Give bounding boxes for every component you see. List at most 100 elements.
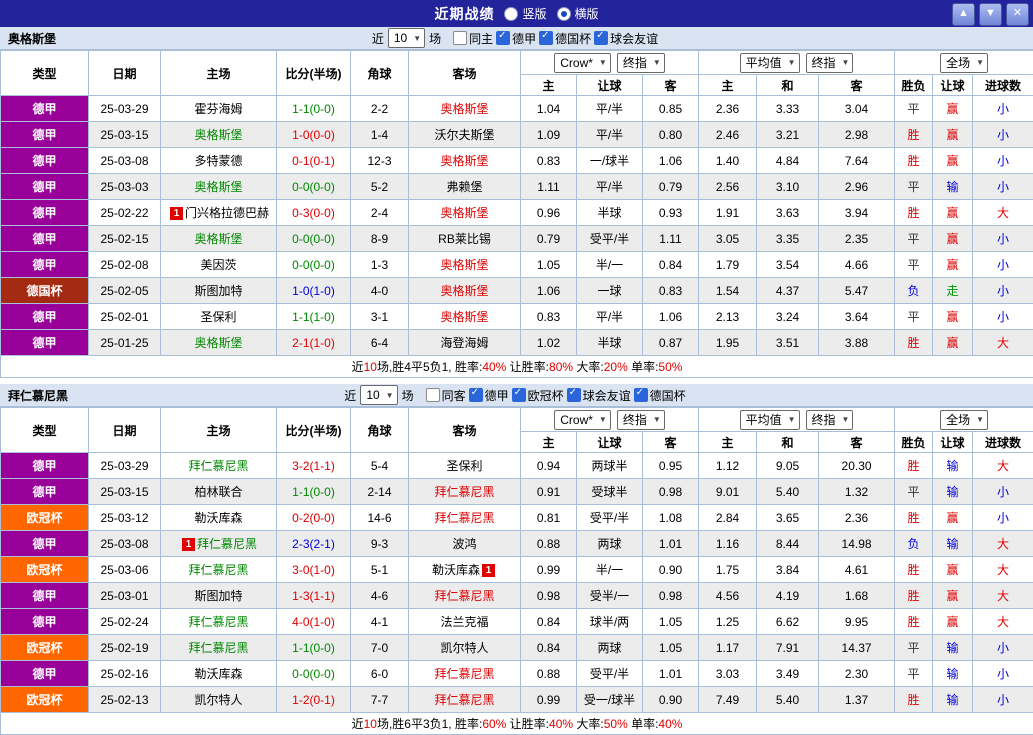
home-team-name[interactable]: 柏林联合 xyxy=(194,485,242,499)
home-team-name[interactable]: 奥格斯堡 xyxy=(194,336,242,350)
checkbox-icon[interactable] xyxy=(469,388,483,402)
home-team-name[interactable]: 奥格斯堡 xyxy=(194,128,242,142)
home-team-link[interactable]: 拜仁慕尼黑 xyxy=(161,453,277,479)
home-team-link[interactable]: 凯尔特人 xyxy=(161,687,277,713)
away-team-name[interactable]: 奥格斯堡 xyxy=(440,154,488,168)
radio-icon[interactable] xyxy=(557,7,571,21)
home-team-link[interactable]: 多特蒙德 xyxy=(161,148,277,174)
match-score-link[interactable]: 1-2(0-1) xyxy=(277,687,351,713)
away-team-link[interactable]: 拜仁慕尼黑 xyxy=(409,479,521,505)
move-down-button[interactable]: ▼ xyxy=(979,3,1002,26)
match-score-link[interactable]: 4-0(1-0) xyxy=(277,609,351,635)
away-team-link[interactable]: 奥格斯堡 xyxy=(409,96,521,122)
away-team-link[interactable]: 海登海姆 xyxy=(409,330,521,356)
match-score-link[interactable]: 1-0(0-0) xyxy=(277,122,351,148)
home-team-name[interactable]: 拜仁慕尼黑 xyxy=(188,615,248,629)
match-score-link[interactable]: 0-0(0-0) xyxy=(277,252,351,278)
euro-time-select[interactable]: 终指▼ xyxy=(806,410,854,430)
close-button[interactable]: ✕ xyxy=(1006,3,1029,26)
match-score-link[interactable]: 0-2(0-0) xyxy=(277,505,351,531)
away-team-name[interactable]: 法兰克福 xyxy=(440,615,488,629)
home-team-link[interactable]: 1门兴格拉德巴赫 xyxy=(161,200,277,226)
radio-icon[interactable] xyxy=(504,7,518,21)
home-team-link[interactable]: 柏林联合 xyxy=(161,479,277,505)
away-team-link[interactable]: 圣保利 xyxy=(409,453,521,479)
away-team-name[interactable]: 奥格斯堡 xyxy=(440,310,488,324)
home-team-name[interactable]: 多特蒙德 xyxy=(194,154,242,168)
filter-checkbox-德国杯[interactable]: 德国杯 xyxy=(634,387,686,404)
away-team-link[interactable]: 沃尔夫斯堡 xyxy=(409,122,521,148)
away-team-name[interactable]: 拜仁慕尼黑 xyxy=(434,485,494,499)
odds-company-select[interactable]: Crow*▼ xyxy=(554,53,611,73)
away-team-name[interactable]: 奥格斯堡 xyxy=(440,284,488,298)
away-team-link[interactable]: RB莱比锡 xyxy=(409,226,521,252)
match-score-link[interactable]: 2-1(1-0) xyxy=(277,330,351,356)
away-team-name[interactable]: 奥格斯堡 xyxy=(440,206,488,220)
away-team-link[interactable]: 凯尔特人 xyxy=(409,635,521,661)
away-team-link[interactable]: 勒沃库森1 xyxy=(409,557,521,583)
away-team-name[interactable]: 拜仁慕尼黑 xyxy=(434,693,494,707)
home-team-link[interactable]: 奥格斯堡 xyxy=(161,174,277,200)
odds-company-select[interactable]: Crow*▼ xyxy=(554,410,611,430)
layout-radio-horizontal[interactable]: 横版 xyxy=(557,5,599,22)
away-team-link[interactable]: 弗赖堡 xyxy=(409,174,521,200)
checkbox-icon[interactable] xyxy=(426,388,440,402)
layout-radio-vertical[interactable]: 竖版 xyxy=(504,5,546,22)
away-team-link[interactable]: 奥格斯堡 xyxy=(409,278,521,304)
match-score-link[interactable]: 2-3(2-1) xyxy=(277,531,351,557)
home-team-name[interactable]: 拜仁慕尼黑 xyxy=(188,563,248,577)
checkbox-icon[interactable] xyxy=(567,388,581,402)
home-team-link[interactable]: 奥格斯堡 xyxy=(161,226,277,252)
scope-select[interactable]: 全场▼ xyxy=(940,410,988,430)
away-team-link[interactable]: 拜仁慕尼黑 xyxy=(409,661,521,687)
match-score-link[interactable]: 1-1(0-0) xyxy=(277,96,351,122)
away-team-name[interactable]: 拜仁慕尼黑 xyxy=(434,667,494,681)
scope-select[interactable]: 全场▼ xyxy=(940,53,988,73)
match-score-link[interactable]: 1-1(0-0) xyxy=(277,479,351,505)
away-team-link[interactable]: 奥格斯堡 xyxy=(409,148,521,174)
home-team-link[interactable]: 拜仁慕尼黑 xyxy=(161,609,277,635)
odds-time-select[interactable]: 终指▼ xyxy=(617,53,665,73)
filter-checkbox-欧冠杯[interactable]: 欧冠杯 xyxy=(512,387,564,404)
away-team-name[interactable]: RB莱比锡 xyxy=(438,232,491,246)
home-team-link[interactable]: 圣保利 xyxy=(161,304,277,330)
home-team-name[interactable]: 斯图加特 xyxy=(194,589,242,603)
home-team-name[interactable]: 凯尔特人 xyxy=(194,693,242,707)
away-team-link[interactable]: 拜仁慕尼黑 xyxy=(409,505,521,531)
match-score-link[interactable]: 3-2(1-1) xyxy=(277,453,351,479)
home-team-name[interactable]: 霍芬海姆 xyxy=(194,102,242,116)
away-team-link[interactable]: 奥格斯堡 xyxy=(409,252,521,278)
odds-time-select[interactable]: 终指▼ xyxy=(617,410,665,430)
home-team-link[interactable]: 斯图加特 xyxy=(161,583,277,609)
home-team-link[interactable]: 勒沃库森 xyxy=(161,505,277,531)
away-team-link[interactable]: 拜仁慕尼黑 xyxy=(409,687,521,713)
checkbox-icon[interactable] xyxy=(539,31,553,45)
home-team-name[interactable]: 斯图加特 xyxy=(194,284,242,298)
away-team-link[interactable]: 奥格斯堡 xyxy=(409,304,521,330)
checkbox-icon[interactable] xyxy=(496,31,510,45)
filter-checkbox-同客[interactable]: 同客 xyxy=(426,387,466,404)
home-team-name[interactable]: 圣保利 xyxy=(200,310,236,324)
home-team-link[interactable]: 美因茨 xyxy=(161,252,277,278)
filter-checkbox-同主[interactable]: 同主 xyxy=(453,30,493,47)
away-team-name[interactable]: 凯尔特人 xyxy=(440,641,488,655)
home-team-name[interactable]: 奥格斯堡 xyxy=(194,180,242,194)
home-team-name[interactable]: 拜仁慕尼黑 xyxy=(188,459,248,473)
away-team-name[interactable]: 奥格斯堡 xyxy=(440,102,488,116)
away-team-name[interactable]: 拜仁慕尼黑 xyxy=(434,589,494,603)
home-team-link[interactable]: 奥格斯堡 xyxy=(161,122,277,148)
match-score-link[interactable]: 0-0(0-0) xyxy=(277,661,351,687)
filter-checkbox-球会友谊[interactable]: 球会友谊 xyxy=(594,30,658,47)
match-score-link[interactable]: 1-3(1-1) xyxy=(277,583,351,609)
checkbox-icon[interactable] xyxy=(453,31,467,45)
match-count-select[interactable]: 10▼ xyxy=(388,28,425,48)
away-team-link[interactable]: 法兰克福 xyxy=(409,609,521,635)
match-score-link[interactable]: 0-3(0-0) xyxy=(277,200,351,226)
away-team-name[interactable]: 拜仁慕尼黑 xyxy=(434,511,494,525)
away-team-name[interactable]: 圣保利 xyxy=(446,459,482,473)
home-team-link[interactable]: 勒沃库森 xyxy=(161,661,277,687)
euro-time-select[interactable]: 终指▼ xyxy=(806,53,854,73)
home-team-link[interactable]: 奥格斯堡 xyxy=(161,330,277,356)
away-team-name[interactable]: 波鸿 xyxy=(452,537,476,551)
home-team-link[interactable]: 霍芬海姆 xyxy=(161,96,277,122)
